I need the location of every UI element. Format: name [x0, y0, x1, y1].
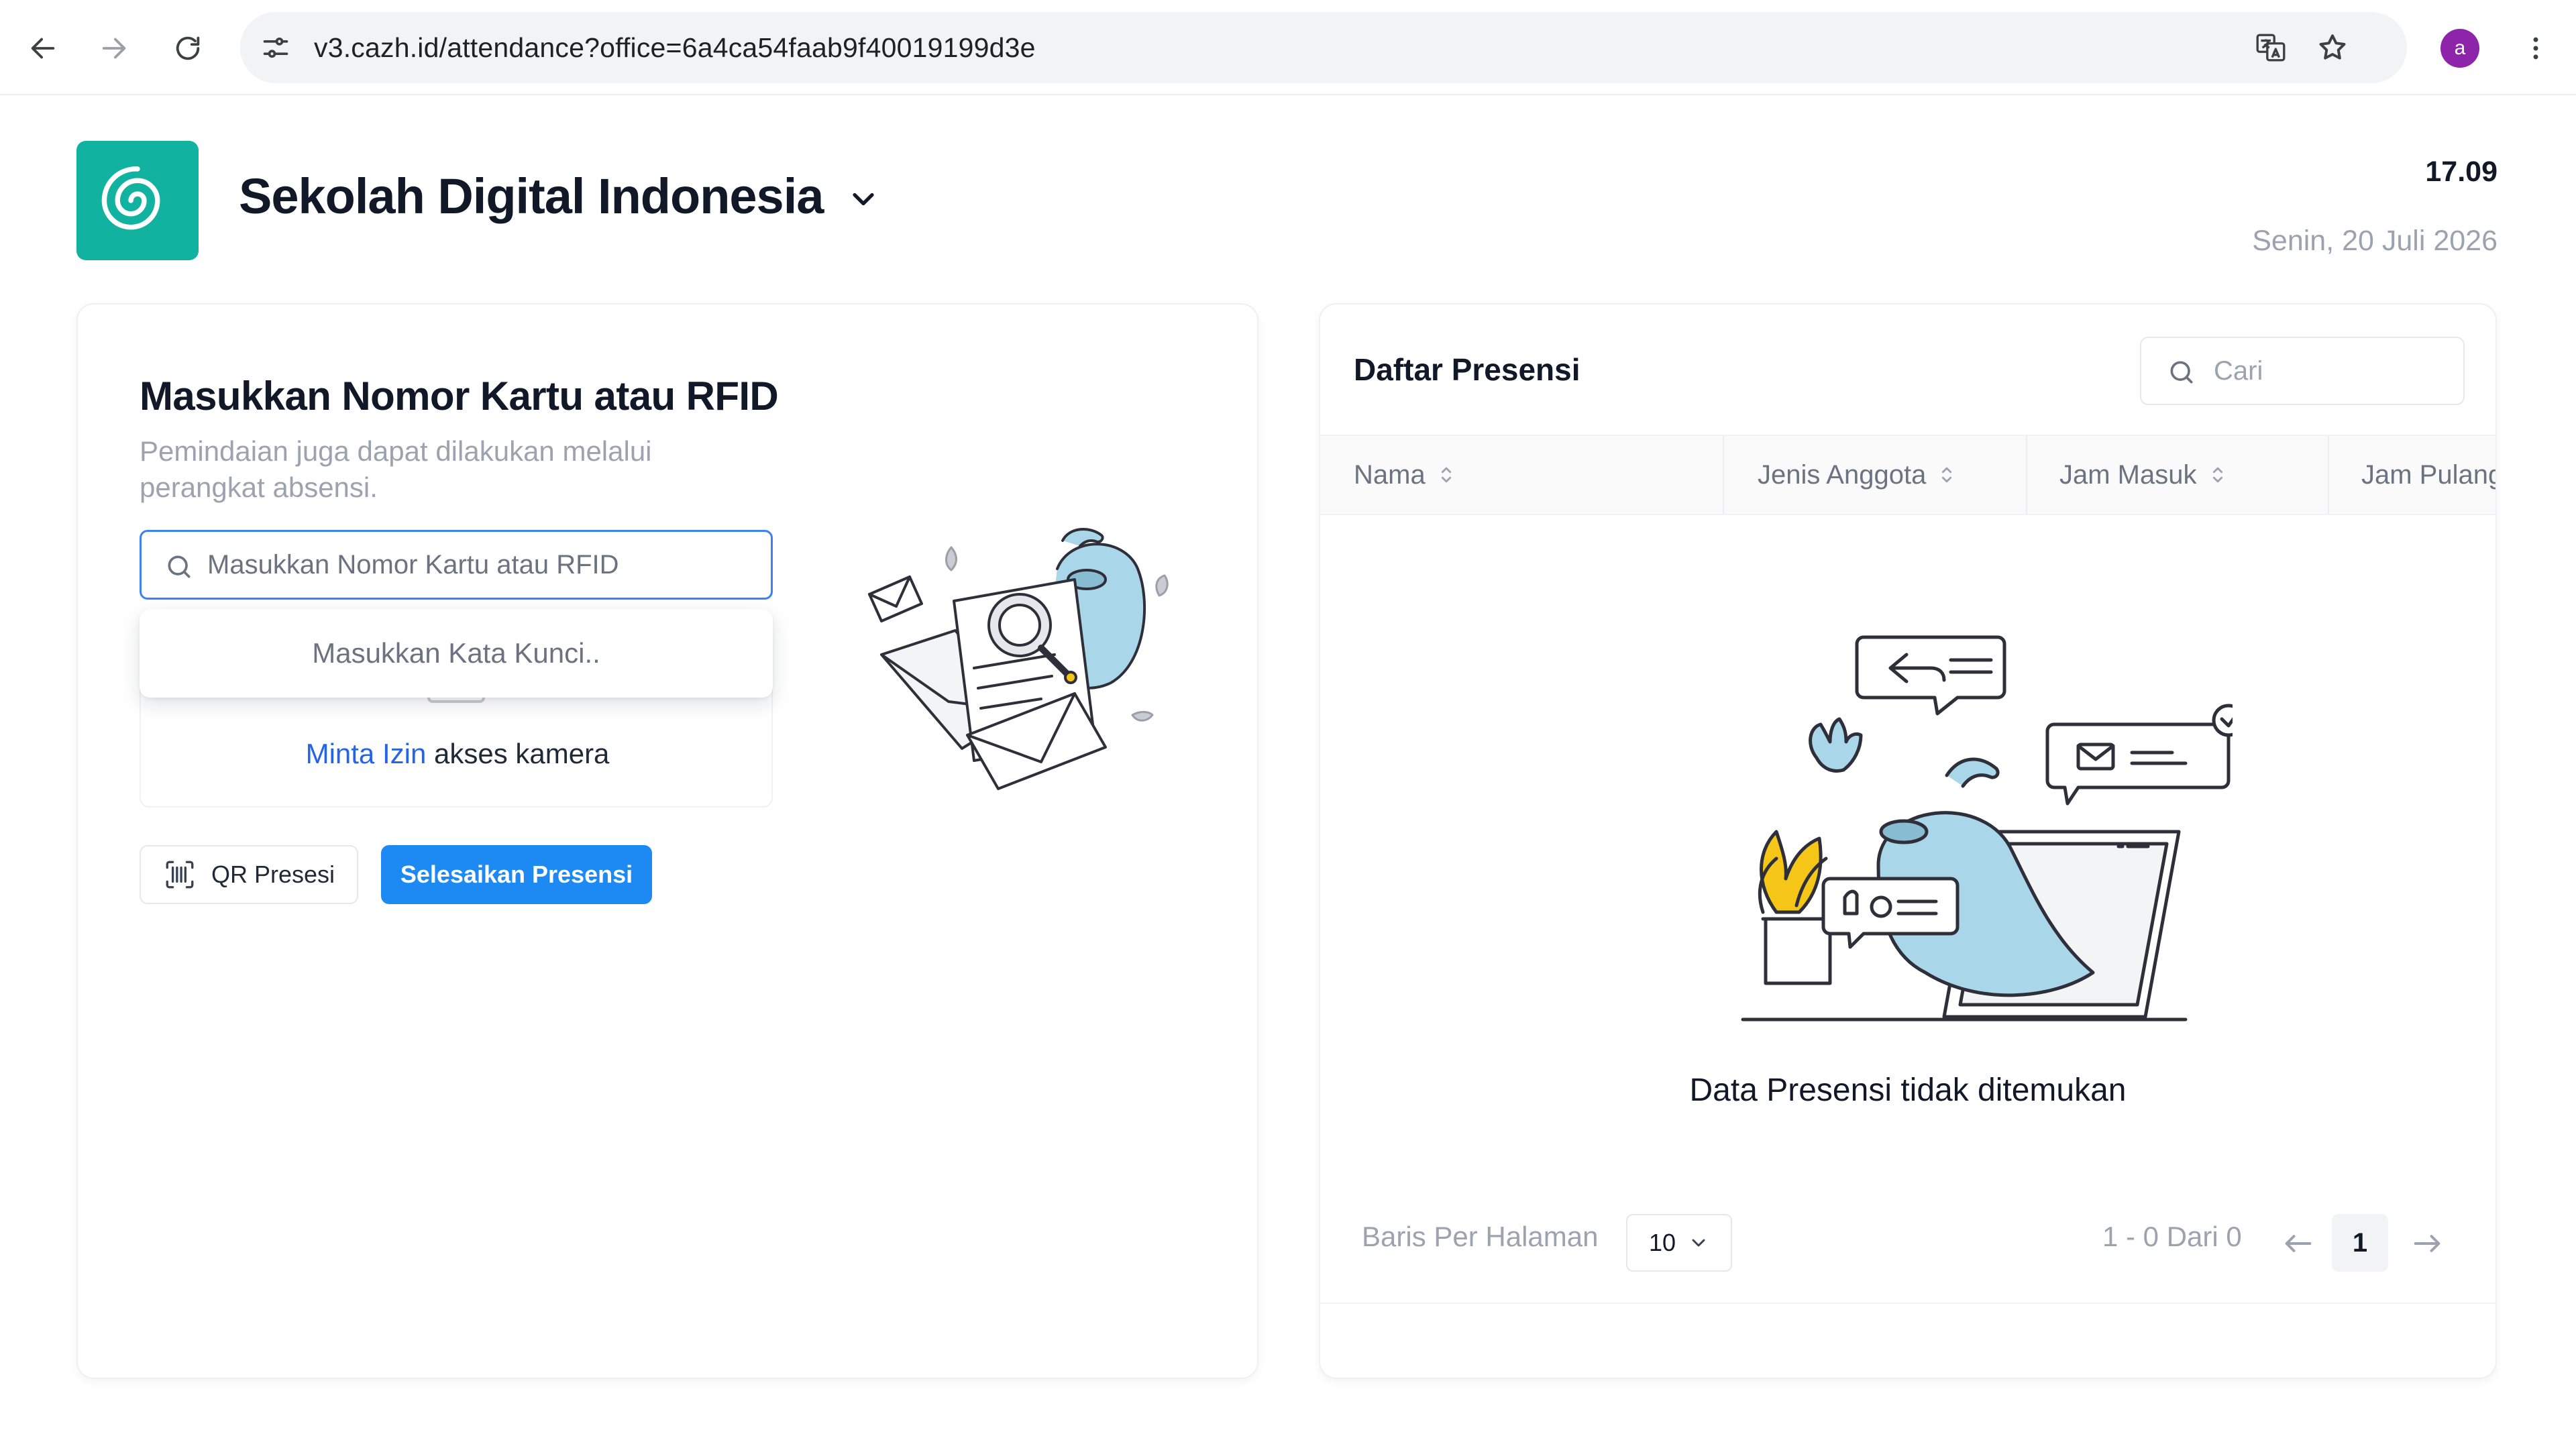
column-divider — [2328, 436, 2329, 514]
current-time: 17.09 — [2425, 156, 2498, 188]
chevron-down-icon — [1692, 1239, 1705, 1247]
forward-button[interactable] — [90, 24, 138, 72]
column-header-label: Nama — [1354, 459, 1426, 490]
camera-permission-text: Minta Izin akses kamera — [141, 738, 774, 770]
scan-title: Masukkan Nomor Kartu atau RFID — [140, 374, 779, 419]
sort-icon — [2212, 467, 2222, 483]
card-number-placeholder: Masukkan Nomor Kartu atau RFID — [207, 550, 619, 580]
scan-illustration — [868, 527, 1169, 790]
rows-per-page-select[interactable]: 10 — [1626, 1214, 1732, 1272]
organization-dropdown[interactable] — [841, 177, 885, 221]
organization-name[interactable]: Sekolah Digital Indonesia — [239, 168, 824, 225]
arrow-right-icon — [2414, 1235, 2440, 1252]
finish-attendance-button[interactable]: Selesaikan Presensi — [381, 845, 652, 904]
empty-state-illustration — [1741, 635, 2233, 1022]
table-footer-divider — [1320, 1303, 2496, 1304]
barcode-scan-icon — [166, 861, 194, 889]
request-permission-link[interactable]: Minta Izin — [306, 738, 427, 769]
profile-avatar[interactable]: a — [2440, 29, 2479, 68]
more-vertical-icon — [2533, 37, 2538, 60]
search-icon — [168, 555, 191, 578]
column-header-jenis-anggota[interactable]: Jenis Anggota — [1758, 436, 1958, 514]
scan-subtitle: Pemindaian juga dapat dilakukan melalui … — [140, 435, 652, 503]
app-logo — [76, 141, 199, 260]
keyword-suggestion-dropdown: Masukkan Kata Kunci.. — [140, 609, 773, 698]
back-button[interactable] — [19, 24, 67, 72]
empty-state-message: Data Presensi tidak ditemukan — [1689, 1072, 2127, 1108]
reload-icon — [176, 36, 200, 60]
current-date: Senin, 20 Juli 2026 — [2252, 225, 2498, 257]
rows-per-page-value: 10 — [1648, 1229, 1676, 1256]
qr-presence-button[interactable]: QR Presesi — [140, 845, 358, 904]
table-header: Nama Jenis Anggota Jam Masuk Jam Pulang — [1320, 435, 2496, 515]
column-header-jam-masuk[interactable]: Jam Masuk — [2059, 436, 2229, 514]
column-header-label: Jam Masuk — [2059, 459, 2197, 490]
column-divider — [2026, 436, 2027, 514]
attendance-list-title: Daftar Presensi — [1354, 352, 1580, 387]
column-header-label: Jam Pulang — [2361, 459, 2496, 490]
column-header-label: Jenis Anggota — [1758, 459, 1927, 490]
column-header-nama[interactable]: Nama — [1354, 436, 1458, 514]
qr-presence-label: QR Presesi — [211, 861, 335, 888]
sort-icon — [1942, 467, 1952, 483]
translate-icon[interactable] — [2250, 27, 2292, 68]
previous-page-button[interactable] — [2278, 1223, 2318, 1264]
bookmark-star-icon[interactable] — [2312, 27, 2353, 68]
url-text[interactable]: v3.cazh.id/attendance?office=6a4ca54faab… — [314, 12, 1036, 83]
column-header-jam-pulang[interactable]: Jam Pulang — [2361, 436, 2496, 514]
scan-card: Masukkan Nomor Kartu atau RFID Pemindaia… — [76, 303, 1258, 1379]
card-number-input[interactable]: Masukkan Nomor Kartu atau RFID — [140, 530, 773, 600]
arrow-right-icon — [102, 38, 126, 59]
next-page-button[interactable] — [2407, 1223, 2447, 1264]
column-divider — [1723, 436, 1724, 514]
attendance-search-input[interactable]: Cari — [2140, 337, 2465, 405]
browser-menu-button[interactable] — [2514, 27, 2557, 70]
camera-access-label: akses kamera — [433, 738, 610, 769]
arrow-left-icon — [2285, 1235, 2312, 1252]
chevron-down-icon — [853, 192, 874, 206]
search-icon — [2170, 361, 2193, 384]
attendance-search-placeholder: Cari — [2214, 356, 2263, 386]
rows-per-page-label: Baris Per Halaman — [1362, 1221, 1599, 1252]
page-number-current[interactable]: 1 — [2332, 1214, 2388, 1272]
spiral-logo-icon — [101, 166, 160, 230]
browser-toolbar: v3.cazh.id/attendance?office=6a4ca54faab… — [0, 0, 2576, 95]
arrow-left-icon — [31, 38, 55, 59]
pagination-info: 1 - 0 Dari 0 — [2102, 1221, 2242, 1252]
reload-button[interactable] — [164, 24, 212, 72]
attendance-list-card: Daftar Presensi Cari Nama Jenis Anggota … — [1319, 303, 2497, 1379]
address-bar[interactable]: v3.cazh.id/attendance?office=6a4ca54faab… — [240, 12, 2407, 83]
sort-icon — [1441, 467, 1451, 483]
site-settings-icon[interactable] — [259, 31, 292, 64]
